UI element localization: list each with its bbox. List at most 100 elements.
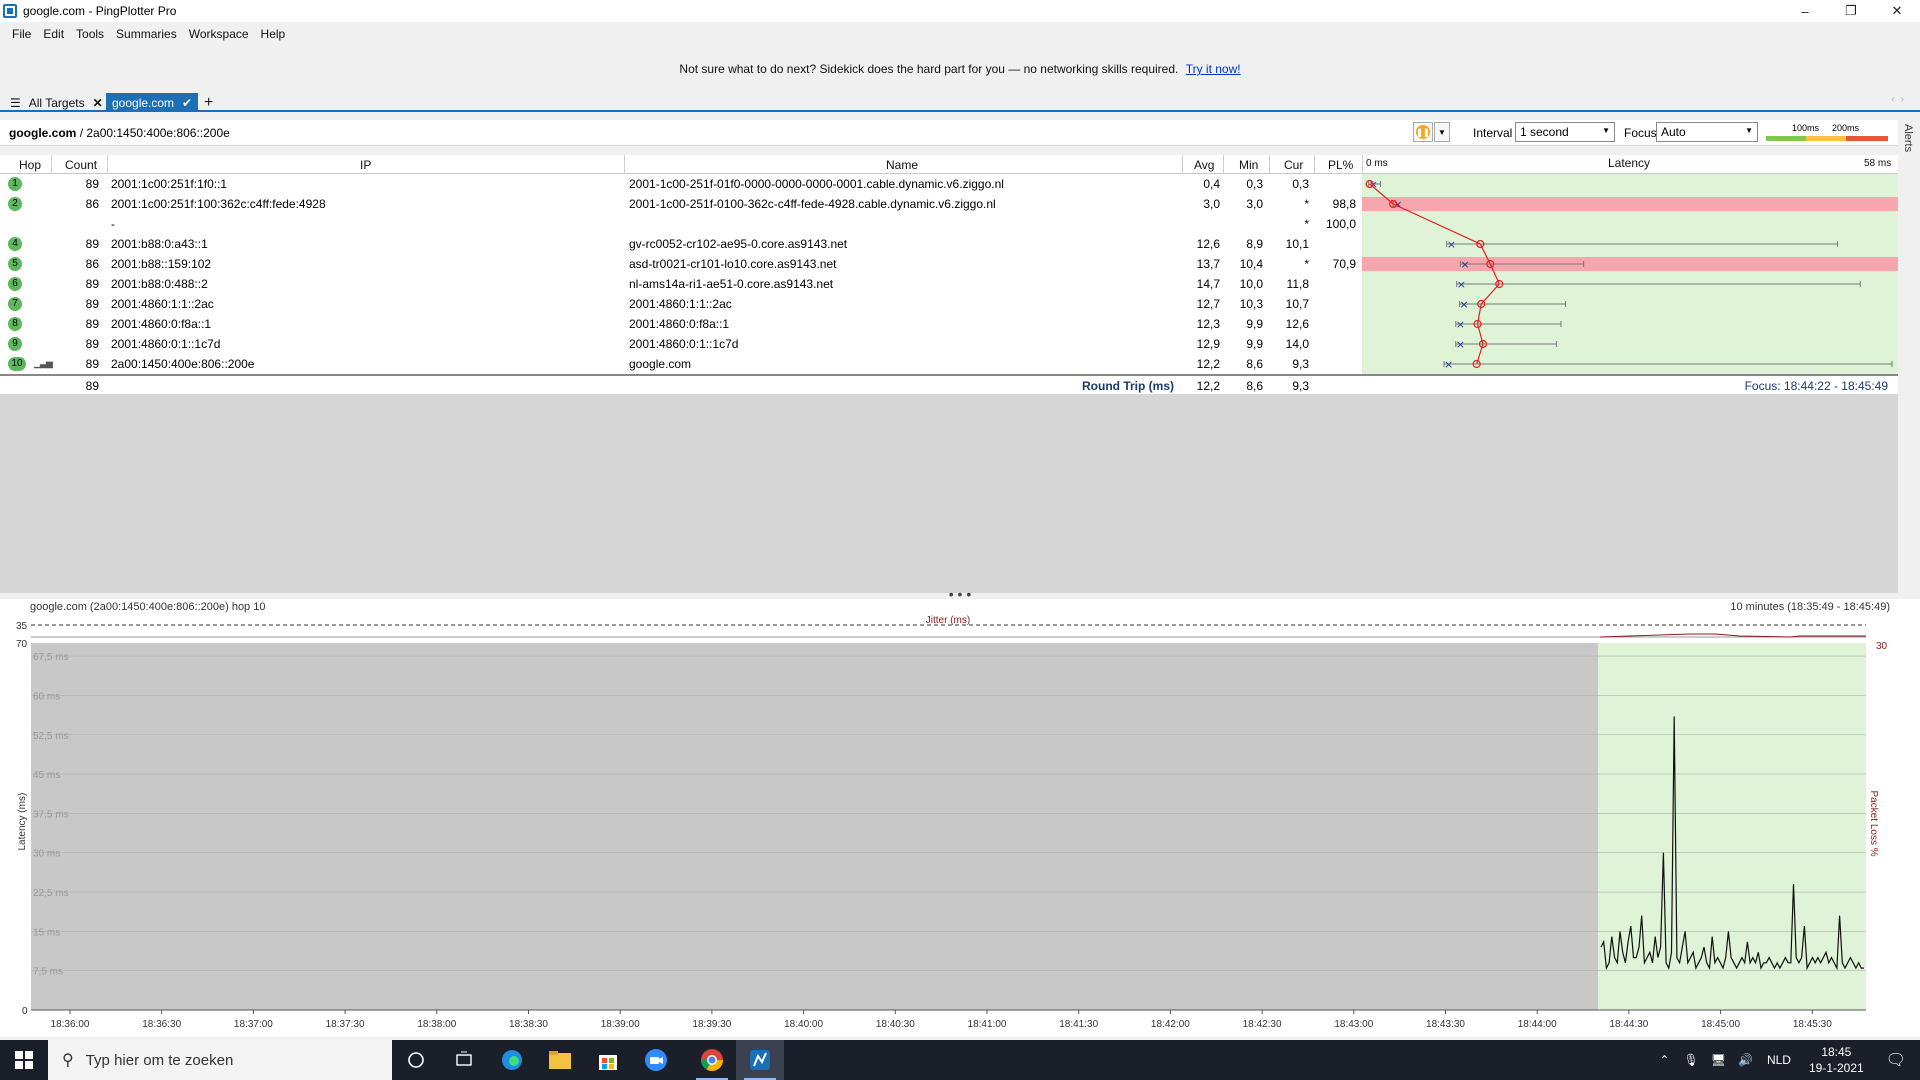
close-window-button[interactable]: ✕ [1874, 0, 1920, 22]
hop-count: 89 [85, 337, 99, 351]
close-tab-icon[interactable]: ✕ [93, 96, 103, 110]
hop-row[interactable]: 1 89 2001:1c00:251f:1f0::1 2001-1c00-251f-0… [0, 174, 1362, 194]
hop-ip: 2001:b88::159:102 [111, 257, 212, 271]
tray-overflow-icon[interactable]: ⌃ [1659, 1053, 1669, 1067]
hop-row[interactable]: 6 89 2001:b88:0:488::2 nl-ams14a-ri1-ae51-0… [0, 274, 1362, 294]
summary-count: 89 [85, 379, 99, 393]
target-tabs: ☰ All Targets ✕ google.com ✔ + ‹› [0, 92, 1920, 112]
zoom-button[interactable] [632, 1040, 680, 1080]
menu-help[interactable]: Help [255, 27, 292, 41]
hop-number: 2 [8, 197, 22, 211]
tab-google-com-label: google.com [112, 95, 175, 110]
bar-chart-icon[interactable]: ▁▃▅ [34, 358, 53, 369]
microphone-icon[interactable]: 🎙 [1684, 1053, 1699, 1067]
windows-icon [15, 1051, 33, 1069]
store-button[interactable] [584, 1040, 632, 1080]
y-gridline-label: 67,5 ms [33, 652, 69, 663]
hop-cur: 9,3 [1292, 357, 1309, 371]
y-gridline-label: 7,5 ms [33, 967, 63, 978]
pause-button[interactable]: ❚❚ [1413, 122, 1433, 142]
network-icon[interactable]: 🖥 [1711, 1053, 1726, 1067]
hop-avg: 13,7 [1196, 257, 1220, 271]
pause-options-dropdown[interactable]: ▼ [1434, 122, 1450, 142]
hop-ip: 2001:1c00:251f:1f0::1 [111, 177, 228, 191]
hop-cur: 11,8 [1286, 277, 1309, 291]
latency-current-marker: × [1460, 258, 1469, 271]
focus-select[interactable]: Auto ▼ [1656, 122, 1758, 142]
hop-row[interactable]: 10 ▁▃▅ 89 2a00:1450:400e:806::200e google.co… [0, 354, 1362, 374]
timeline-range[interactable]: 10 minutes (18:35:49 - 18:45:49) [1730, 601, 1890, 613]
latency-threshold-scale[interactable]: 100ms 200ms [1766, 123, 1888, 143]
hop-row[interactable]: 7 89 2001:4860:1:1::2ac 2001:4860:1:1::2ac 1… [0, 294, 1362, 314]
hop-row[interactable]: 2 86 2001:1c00:251f:100:362c:c4ff:fede:492… [0, 194, 1362, 214]
col-ip[interactable]: IP [360, 158, 371, 172]
x-tick-label: 18:37:30 [326, 1019, 365, 1030]
col-count[interactable]: Count [65, 158, 97, 172]
chevron-down-icon: ▼ [1602, 126, 1610, 135]
language-indicator[interactable]: NLD [1767, 1053, 1791, 1067]
hop-count: 89 [85, 297, 99, 311]
hop-row[interactable]: 4 89 2001:b88:0:a43::1 gv-rc0052-cr102-ae95… [0, 234, 1362, 254]
try-it-now-link[interactable]: Try it now! [1186, 62, 1241, 76]
chrome-button[interactable] [688, 1040, 736, 1080]
minimize-button[interactable]: – [1782, 0, 1828, 22]
hop-row[interactable]: 5 86 2001:b88::159:102 asd-tr0021-cr101-lo1… [0, 254, 1362, 274]
col-pl[interactable]: PL% [1328, 158, 1353, 172]
x-tick-label: 18:41:30 [1059, 1019, 1098, 1030]
col-min[interactable]: Min [1239, 158, 1258, 172]
notifications-icon[interactable]: 🗨 [1886, 1050, 1906, 1070]
y-gridline-label: 37,5 ms [33, 809, 69, 820]
hop-name: 2001-1c00-251f-0100-362c-c4ff-fede-4928.… [629, 197, 996, 211]
interval-select[interactable]: 1 second ▼ [1515, 122, 1615, 142]
focused-region [1598, 643, 1866, 1010]
y-gridline-label: 15 ms [33, 927, 60, 938]
tab-google-com[interactable]: google.com ✔ [106, 93, 198, 112]
packet-loss-axis-label: Packet Loss % [1868, 791, 1879, 857]
taskbar-search[interactable]: ⚲ Typ hier om te zoeken [48, 1040, 392, 1080]
hop-ip: 2001:1c00:251f:100:362c:c4ff:fede:4928 [111, 197, 326, 211]
hop-latency-graph[interactable]: ××××××××× [1362, 174, 1898, 374]
packet-loss-band [1362, 257, 1898, 271]
zoom-icon [645, 1049, 667, 1071]
hop-min: 10,3 [1239, 297, 1263, 311]
hop-cur: * [1304, 257, 1309, 271]
edge-browser-button[interactable] [488, 1040, 536, 1080]
timeline-graph[interactable]: Jitter (ms) 35 67,5 ms 60 ms 52,5 ms 45 ms 37,… [0, 599, 1920, 1037]
menu-workspace[interactable]: Workspace [183, 27, 255, 41]
volume-icon[interactable]: 🔊 [1738, 1053, 1753, 1067]
x-tick-label: 18:44:30 [1609, 1019, 1648, 1030]
hop-ip: 2001:b88:0:a43::1 [111, 237, 208, 251]
x-tick-label: 18:45:00 [1701, 1019, 1740, 1030]
file-explorer-button[interactable] [536, 1040, 584, 1080]
hop-row[interactable]: 8 89 2001:4860:0:f8a::1 2001:4860:0:f8a::1 1… [0, 314, 1362, 334]
menu-tools[interactable]: Tools [70, 27, 110, 41]
x-tick-label: 18:43:00 [1334, 1019, 1373, 1030]
clock[interactable]: 18:45 19-1-2021 [1809, 1044, 1864, 1076]
tab-all-targets-label: All Targets [28, 95, 85, 110]
col-latency[interactable]: Latency [1608, 156, 1650, 170]
col-name[interactable]: Name [886, 158, 918, 172]
col-cur[interactable]: Cur [1284, 158, 1303, 172]
col-hop[interactable]: Hop [19, 158, 41, 172]
tab-all-targets[interactable]: ☰ All Targets ✕ [6, 93, 107, 112]
hop-number: 4 [8, 237, 22, 251]
alerts-side-tab[interactable]: Alerts [1898, 120, 1920, 600]
start-button[interactable] [0, 1040, 48, 1080]
hop-name: nl-ams14a-ri1-ae51-0.core.as9143.net [629, 277, 834, 291]
menu-summaries[interactable]: Summaries [110, 27, 183, 41]
task-view-button[interactable] [440, 1040, 488, 1080]
hop-ip: 2001:4860:1:1::2ac [111, 297, 214, 311]
hop-count: 89 [85, 317, 99, 331]
tab-scroll-arrows[interactable]: ‹› [1891, 94, 1910, 105]
hop-row[interactable]: 9 89 2001:4860:0:1::1c7d 2001:4860:0:1::1c7… [0, 334, 1362, 354]
x-tick-label: 18:40:00 [784, 1019, 823, 1030]
menu-file[interactable]: File [6, 27, 37, 41]
hop-row[interactable]: - * 100,0 [0, 214, 1362, 234]
cortana-button[interactable] [392, 1040, 440, 1080]
menu-edit[interactable]: Edit [37, 27, 70, 41]
hop-count: 89 [85, 177, 99, 191]
col-avg[interactable]: Avg [1194, 158, 1214, 172]
add-tab-button[interactable]: + [204, 93, 213, 112]
maximize-button[interactable]: ❐ [1828, 0, 1874, 22]
pingplotter-taskbar-button[interactable] [736, 1040, 784, 1080]
